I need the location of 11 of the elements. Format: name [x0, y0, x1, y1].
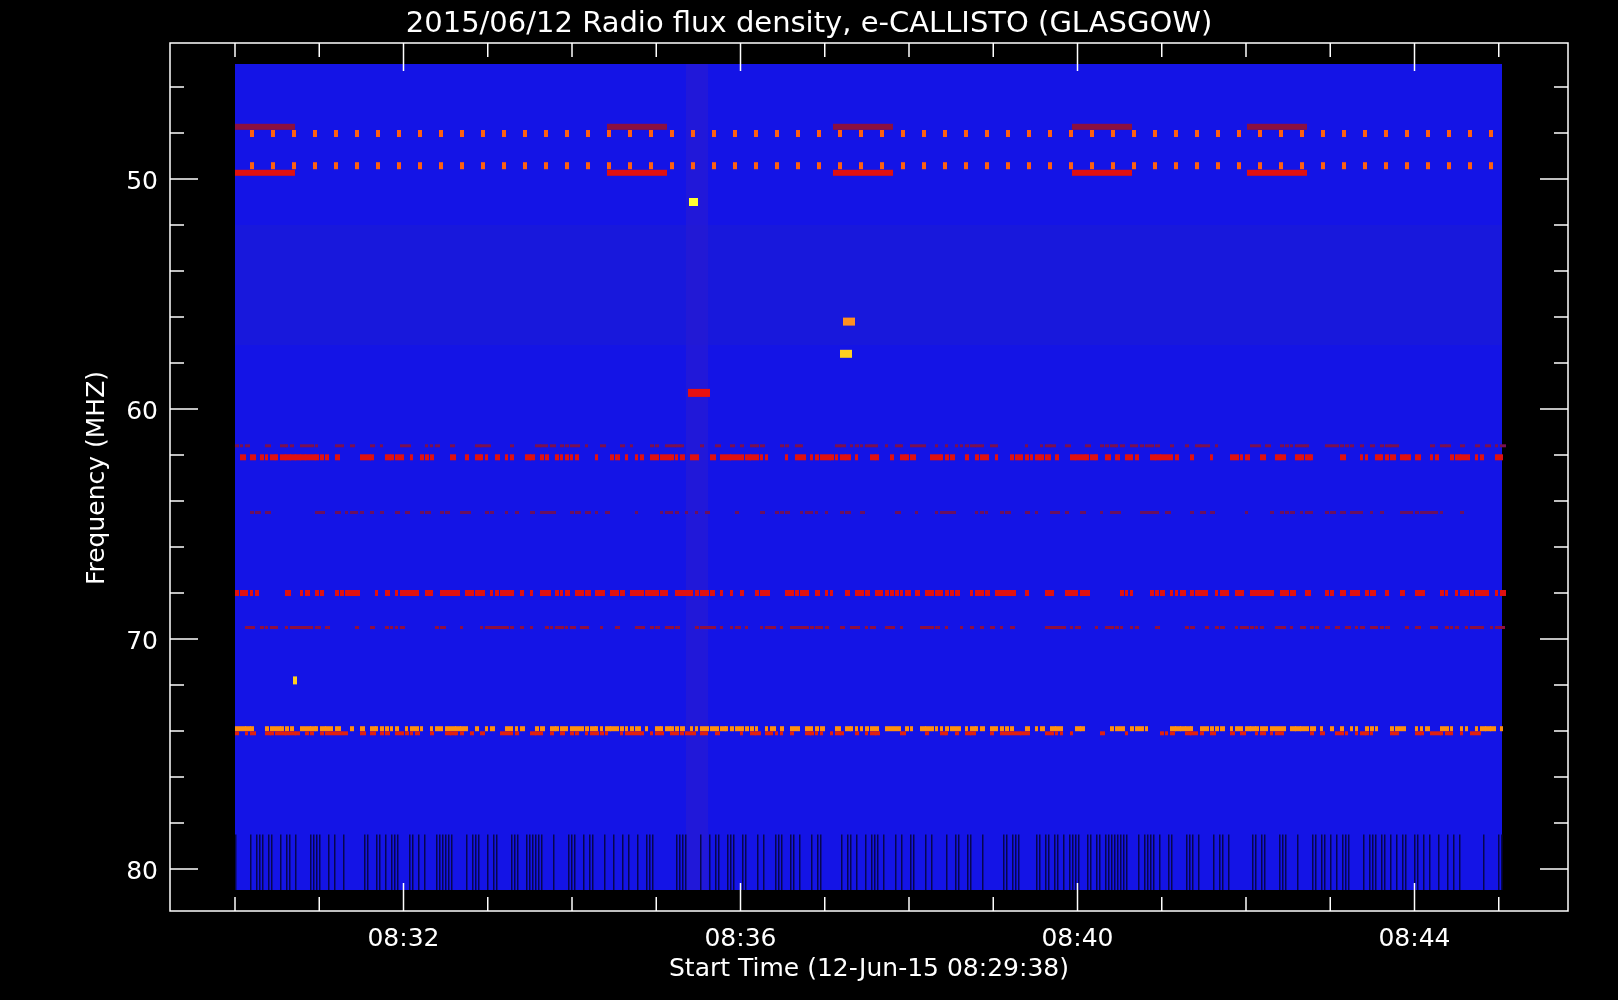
- y-axis-label: Frequency (MHZ): [81, 370, 110, 586]
- chart-title: 2015/06/12 Radio flux density, e-CALLISTO (GLASGOW): [405, 5, 1213, 39]
- y-tick-label: 50: [126, 166, 158, 195]
- x-axis-label: Start Time (12-Jun-15 08:29:38): [669, 953, 1069, 982]
- y-tick-label: 80: [126, 856, 158, 885]
- y-tick-label: 70: [126, 626, 158, 655]
- x-tick-label: 08:32: [367, 923, 440, 952]
- x-tick-label: 08:36: [704, 923, 777, 952]
- y-tick-label: 60: [126, 396, 158, 425]
- x-tick-label: 08:44: [1378, 923, 1451, 952]
- x-tick-label: 08:40: [1041, 923, 1114, 952]
